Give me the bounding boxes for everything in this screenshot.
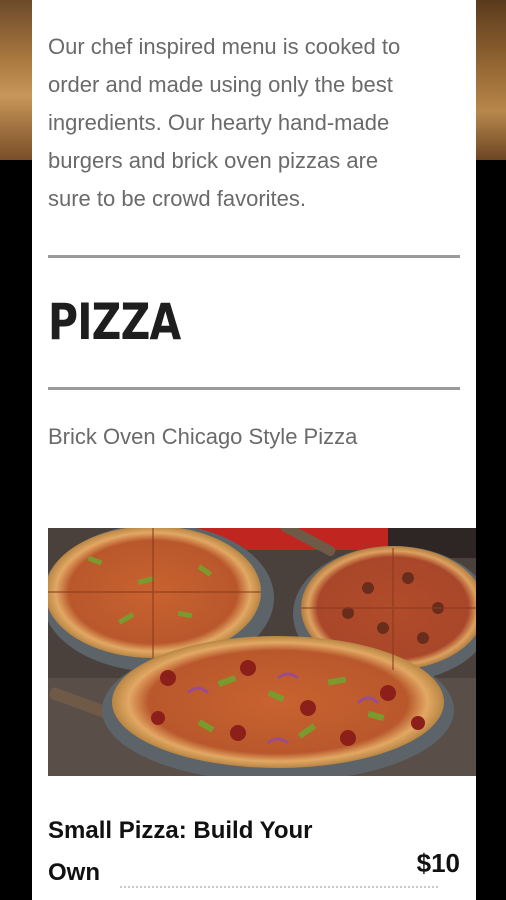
intro-line: Our chef inspired menu is cooked to — [48, 34, 401, 59]
menu-item-price: $10 — [416, 848, 460, 878]
section-title: PIZZA — [48, 293, 181, 351]
intro-line: sure to be crowd favorites. — [48, 186, 307, 211]
background-photo-left — [0, 0, 32, 160]
section-subtitle: Brick Oven Chicago Style Pizza — [48, 424, 358, 449]
background-photo-right — [476, 0, 506, 160]
menu-intro-text: Our chef inspired menu is cooked to orde… — [48, 28, 468, 218]
divider-top — [48, 255, 460, 258]
intro-line: order and made using only the best — [48, 72, 393, 97]
intro-line: ingredients. Our hearty hand-made — [48, 110, 390, 135]
divider-bottom — [48, 387, 460, 390]
price-leader-dots — [120, 866, 438, 888]
menu-panel: Our chef inspired menu is cooked to orde… — [32, 0, 476, 900]
pizza-photo — [48, 528, 476, 776]
menu-item-name-line1: Small Pizza: Build Your — [48, 817, 313, 844]
intro-line: burgers and brick oven pizzas are — [48, 148, 379, 173]
menu-item-name-line2: Own — [48, 859, 100, 886]
